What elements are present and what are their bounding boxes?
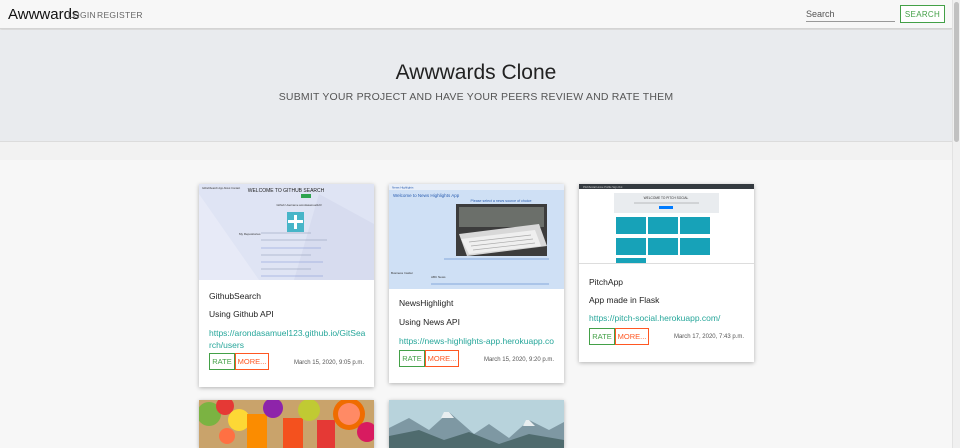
project-description: Using News API [399, 317, 460, 327]
vertical-scrollbar[interactable] [952, 0, 960, 448]
project-card: GithubSearch App About Contact WELCOME T… [199, 184, 374, 387]
project-card: News Highlights Welcome to News Highligh… [389, 184, 564, 383]
project-description: App made in Flask [589, 295, 660, 305]
project-link[interactable]: https://arondasamuel123.github.io/GitSea… [209, 327, 367, 351]
smoothie-thumbnail [199, 400, 374, 448]
thumb-nav: GithubSearch App About Contact [202, 186, 240, 190]
project-date: March 17, 2020, 7:43 p.m. [673, 334, 744, 340]
project-card [389, 400, 564, 448]
thumb-repos: My Repositories [239, 232, 261, 236]
rate-button[interactable]: RATE [589, 328, 615, 345]
thumb-welcome: Welcome to News Highlights App [393, 193, 460, 198]
hero-banner: Awwwards Clone SUBMIT YOUR PROJECT AND H… [0, 30, 952, 142]
thumb-nav: News Highlights [392, 186, 414, 190]
pitch-app-thumbnail: PitchSocial Home Profile Sign Out WELCOM… [579, 184, 754, 263]
project-card [199, 400, 374, 448]
more-button[interactable]: MORE... [235, 353, 269, 370]
project-link[interactable]: https://pitch-social.herokuapp.com/ [589, 312, 747, 324]
github-search-thumbnail: GithubSearch App About Contact WELCOME T… [199, 184, 374, 280]
project-screenshot[interactable]: GithubSearch App About Contact WELCOME T… [199, 184, 374, 280]
top-navbar: Awwwards LOGIN REGISTER SEARCH [0, 0, 952, 29]
page-title: Awwwards Clone [395, 61, 557, 84]
thumb-heading: WELCOME TO PITCH SOCIAL [644, 196, 689, 200]
project-date: March 15, 2020, 9:05 p.m. [293, 360, 364, 366]
thumb-heading: WELCOME TO GITHUB SEARCH [248, 188, 325, 194]
project-description: Using Github API [209, 309, 274, 319]
thumb-username: Github Username arondasamuel123 [276, 203, 322, 207]
thumb-nav: PitchSocial Home Profile Sign Out [583, 185, 623, 189]
more-button[interactable]: MORE... [425, 350, 459, 367]
news-highlight-thumbnail: News Highlights Welcome to News Highligh… [389, 184, 564, 289]
project-title: GithubSearch [209, 291, 261, 301]
project-date: March 15, 2020, 9:20 p.m. [483, 357, 554, 363]
more-button[interactable]: MORE... [615, 328, 649, 345]
project-card: PitchSocial Home Profile Sign Out WELCOM… [579, 184, 754, 362]
project-screenshot[interactable] [389, 400, 564, 448]
thumb-prompt: Please select a news source of choice [471, 199, 532, 203]
register-link[interactable]: REGISTER [97, 10, 143, 20]
scrollbar-thumb[interactable] [954, 2, 959, 142]
project-screenshot[interactable]: News Highlights Welcome to News Highligh… [389, 184, 564, 289]
project-title: NewsHighlight [399, 298, 454, 308]
search-button[interactable]: SEARCH [900, 5, 945, 23]
rate-button[interactable]: RATE [209, 353, 235, 370]
project-title: PitchApp [589, 277, 624, 287]
rate-button[interactable]: RATE [399, 350, 425, 367]
thumb-source-1: Business Insider [391, 271, 413, 275]
project-screenshot[interactable]: PitchSocial Home Profile Sign Out WELCOM… [579, 184, 754, 264]
mountain-thumbnail [389, 400, 564, 448]
search-input[interactable] [806, 6, 895, 22]
page-subtitle: SUBMIT YOUR PROJECT AND HAVE YOUR PEERS … [278, 91, 674, 103]
project-screenshot[interactable] [199, 400, 374, 448]
thumb-source-2: ABC News [431, 275, 446, 279]
login-link[interactable]: LOGIN [68, 10, 96, 20]
